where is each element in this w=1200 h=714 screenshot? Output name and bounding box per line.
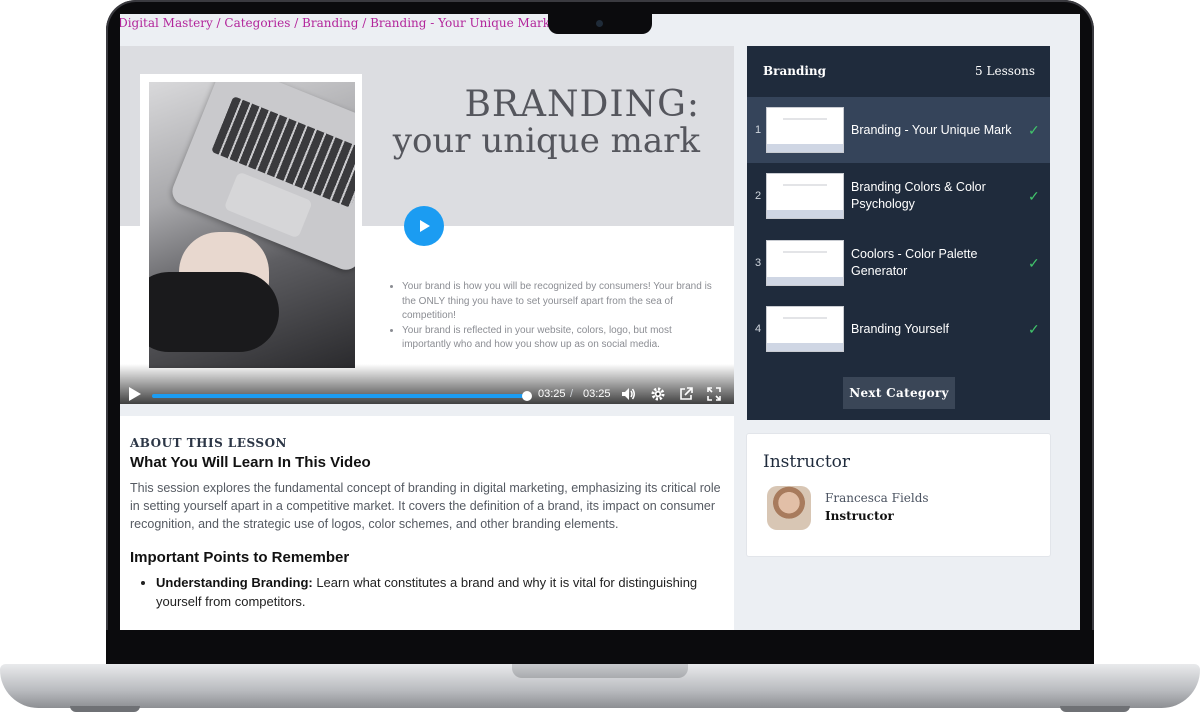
settings-button[interactable] [650, 386, 666, 404]
panel-title: Branding [763, 64, 827, 78]
list-item: Understanding Branding: Learn what const… [156, 574, 724, 612]
lesson-item-1[interactable]: 1 Branding - Your Unique Mark ✓ [747, 97, 1050, 163]
video-player[interactable]: BRANDING: your unique mark Your brand is… [120, 46, 734, 404]
popout-icon [680, 387, 693, 400]
panel-header: Branding 5 Lessons [763, 64, 1035, 78]
lesson-number: 3 [754, 257, 762, 269]
lesson-item-3[interactable]: 3 Coolors - Color Palette Generator ✓ [747, 230, 1050, 296]
instructor-role: Instructor [825, 509, 894, 523]
lesson-title: Branding Yourself [851, 321, 949, 336]
lesson-description: This session explores the fundamental co… [130, 481, 721, 532]
lesson-number: 2 [754, 190, 762, 202]
lesson-title: Branding Colors & Color Psychology [851, 180, 986, 211]
play-icon [129, 387, 141, 401]
check-icon: ✓ [1028, 121, 1040, 138]
laptop-foot [1060, 706, 1130, 712]
lesson-item-4[interactable]: 4 Branding Yourself ✓ [747, 296, 1050, 362]
progress-bar[interactable] [152, 394, 526, 398]
play-pause-button[interactable] [128, 386, 142, 404]
instructor-heading: Instructor [763, 452, 851, 472]
volume-button[interactable] [620, 386, 636, 404]
play-button[interactable] [404, 206, 444, 246]
fullscreen-button[interactable] [706, 386, 722, 404]
slide-title: BRANDING: your unique mark [393, 86, 700, 159]
fullscreen-icon [707, 387, 721, 401]
lesson-thumbnail [767, 108, 843, 152]
time-separator: / [570, 388, 574, 400]
slide-title-line1: BRANDING: [464, 84, 700, 125]
slide-bullet: Your brand is how you will be recognized… [402, 280, 712, 324]
lessons-panel: Branding 5 Lessons 1 Branding - Your Uni… [747, 46, 1050, 420]
slide-bullet: Your brand is reflected in your website,… [402, 324, 712, 353]
lesson-thumbnail [767, 241, 843, 285]
breadcrumb[interactable]: Passive Digital Mastery / Categories / B… [120, 16, 550, 36]
points-list: Understanding Branding: Learn what const… [130, 574, 724, 612]
lesson-number: 1 [754, 124, 762, 136]
next-category-button[interactable]: Next Category [843, 377, 955, 409]
lesson-title: Branding - Your Unique Mark [851, 122, 1012, 137]
lesson-item-2[interactable]: 2 Branding Colors & Color Psychology ✓ [747, 163, 1050, 229]
popout-button[interactable] [678, 386, 694, 404]
lesson-thumbnail [767, 174, 843, 218]
instructor-name[interactable]: Francesca Fields [825, 491, 929, 505]
play-icon [420, 220, 430, 232]
check-icon: ✓ [1028, 320, 1040, 337]
lesson-number: 4 [754, 323, 762, 335]
screen: Passive Digital Mastery / Categories / B… [120, 14, 1080, 630]
gear-icon [651, 387, 665, 401]
volume-icon [622, 388, 635, 400]
camera-notch [548, 14, 652, 34]
lesson-title: Coolors - Color Palette Generator [851, 247, 978, 278]
lesson-count: 5 Lessons [975, 64, 1035, 78]
current-time: 03:25 [538, 388, 566, 400]
check-icon: ✓ [1028, 254, 1040, 271]
check-icon: ✓ [1028, 187, 1040, 204]
slide-photo [149, 82, 355, 368]
avatar [767, 486, 811, 530]
laptop-groove [512, 664, 688, 678]
sleeve-graphic [149, 272, 279, 352]
breadcrumb-text[interactable]: Passive Digital Mastery / Categories / B… [120, 16, 550, 30]
lesson-thumbnail [767, 307, 843, 351]
points-heading: Important Points to Remember [130, 549, 350, 567]
progress-handle[interactable] [522, 391, 532, 401]
point-label: Understanding Branding: [156, 575, 313, 591]
slide-bullets: Your brand is how you will be recognized… [392, 280, 712, 353]
lesson-content: ABOUT THIS LESSON What You Will Learn In… [120, 416, 734, 630]
lesson-heading: What You Will Learn In This Video [130, 454, 371, 471]
player-controls: 03:25 / 03:25 [120, 364, 734, 404]
lesson-eyebrow: ABOUT THIS LESSON [130, 436, 287, 450]
laptop-foot [70, 706, 140, 712]
camera-icon [596, 20, 603, 27]
duration: 03:25 [583, 388, 611, 400]
slide-title-line2: your unique mark [392, 120, 700, 161]
instructor-card: Instructor Francesca Fields Instructor [747, 434, 1050, 556]
